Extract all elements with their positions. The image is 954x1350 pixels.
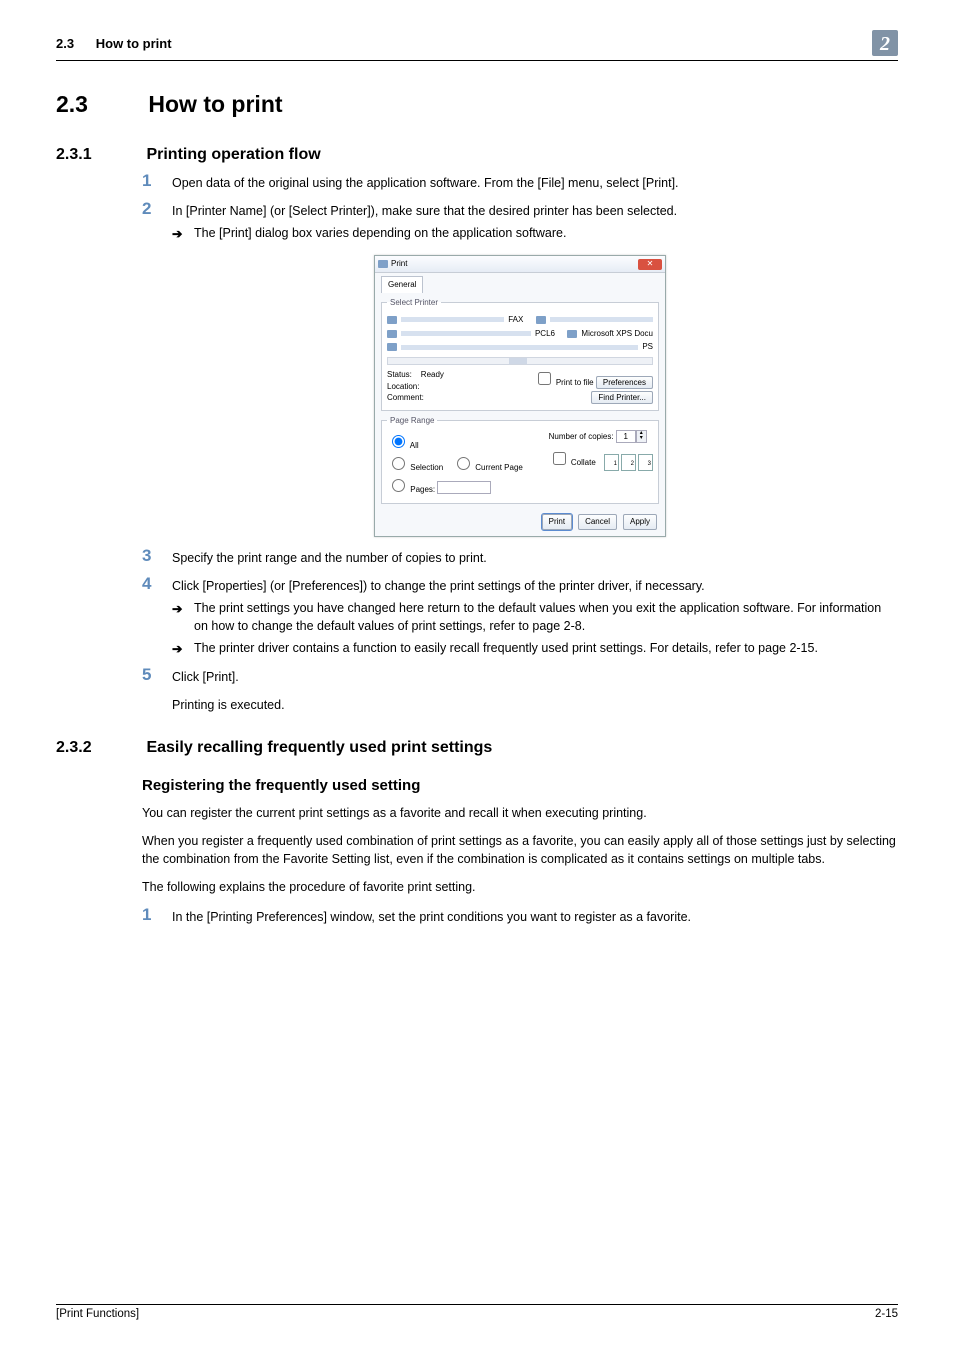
arrow-icon: ➔ (172, 639, 194, 658)
scrollbar[interactable] (387, 357, 653, 365)
step-c1: 1 In the [Printing Preferences] window, … (142, 906, 898, 926)
range-all-radio[interactable]: All (387, 432, 523, 452)
print-to-file-checkbox[interactable]: Print to file (534, 378, 594, 387)
pages-input[interactable] (437, 481, 491, 494)
printer-icon (387, 330, 397, 338)
subsection-231-title: Printing operation flow (146, 146, 320, 163)
footer-page-no: 2-15 (875, 1308, 898, 1320)
paragraph: When you register a frequently used comb… (142, 832, 898, 868)
step-note: ➔ The print settings you have changed he… (172, 599, 898, 635)
step-5-result: Printing is executed. (172, 696, 898, 714)
preferences-button[interactable]: Preferences (596, 376, 653, 389)
paragraph: You can register the current print setti… (142, 804, 898, 822)
printer-icon (536, 316, 546, 324)
dialog-buttons: Print Cancel Apply (375, 508, 665, 536)
select-printer-legend: Select Printer (387, 297, 441, 309)
header-section-no: 2.3 (56, 36, 74, 51)
tab-general[interactable]: General (381, 276, 423, 293)
copies-label: Number of copies: (549, 432, 614, 441)
printer-ps[interactable]: PS (642, 341, 653, 353)
subsection-232-title: Easily recalling frequently used print s… (146, 739, 492, 756)
collate-checkbox[interactable]: Collate (549, 458, 596, 467)
dialog-tabs: General (375, 273, 665, 293)
subsubsection-heading: Registering the frequently used setting (142, 777, 898, 794)
printer-icon (378, 260, 388, 268)
header-section-label: 2.3 How to print (56, 36, 172, 51)
step-5: 5 Click [Print]. (142, 666, 898, 686)
select-printer-group: Select Printer FAX PCL6 Microsoft XPS Do… (381, 297, 659, 411)
print-button[interactable]: Print (542, 514, 572, 530)
step-2: 2 In [Printer Name] (or [Select Printer]… (142, 200, 898, 220)
step-note: ➔ The [Print] dialog box varies dependin… (172, 224, 898, 243)
step-text: Click [Print]. (172, 666, 239, 686)
step-text: Specify the print range and the number o… (172, 547, 487, 567)
arrow-icon: ➔ (172, 224, 194, 243)
collate-icon: 123 (604, 454, 653, 471)
chapter-badge: 2 (872, 30, 898, 56)
section-heading-title: How to print (148, 91, 282, 117)
step-1: 1 Open data of the original using the ap… (142, 172, 898, 192)
section-heading-no: 2.3 (56, 91, 142, 118)
step-note: ➔ The printer driver contains a function… (172, 639, 898, 658)
step-number: 4 (142, 575, 172, 594)
footer-left: [Print Functions] (56, 1308, 139, 1320)
subsection-231-heading: 2.3.1 Printing operation flow (56, 146, 898, 164)
step-text: Click [Properties] (or [Preferences]) to… (172, 575, 705, 595)
step-3: 3 Specify the print range and the number… (142, 547, 898, 567)
range-selection-radio[interactable]: Selection Current Page (387, 454, 523, 474)
print-dialog-figure: Print ✕ General Select Printer FAX PCL6 … (142, 255, 898, 536)
close-button[interactable]: ✕ (638, 259, 662, 270)
step-4: 4 Click [Properties] (or [Preferences]) … (142, 575, 898, 595)
printer-fax[interactable]: FAX (508, 314, 523, 326)
status-label: Status: (387, 370, 412, 379)
printer-icon (387, 316, 397, 324)
range-pages-radio[interactable]: Pages: (387, 476, 523, 496)
step-text: In [Printer Name] (or [Select Printer]),… (172, 200, 677, 220)
page-range-group: Page Range All Selection Current Page Pa… (381, 415, 659, 504)
section-heading: 2.3 How to print (56, 91, 898, 118)
find-printer-button[interactable]: Find Printer... (591, 391, 653, 404)
apply-button[interactable]: Apply (623, 514, 657, 530)
chapter-number: 2 (880, 34, 890, 54)
step-number: 1 (142, 906, 172, 925)
note-text: The [Print] dialog box varies depending … (194, 224, 898, 242)
step-text: Open data of the original using the appl… (172, 172, 679, 192)
step-number: 1 (142, 172, 172, 191)
page-header: 2.3 How to print 2 (56, 30, 898, 61)
note-text: The printer driver contains a function t… (194, 639, 898, 657)
step-number: 3 (142, 547, 172, 566)
step-number: 5 (142, 666, 172, 685)
location-label: Location: (387, 381, 444, 393)
step-text: In the [Printing Preferences] window, se… (172, 906, 691, 926)
cancel-button[interactable]: Cancel (578, 514, 617, 530)
printer-pcl6[interactable]: PCL6 (535, 328, 555, 340)
dialog-title: Print (391, 258, 407, 270)
page-footer: [Print Functions] 2-15 (56, 1304, 898, 1320)
dialog-titlebar: Print ✕ (375, 256, 665, 273)
subsection-232-heading: 2.3.2 Easily recalling frequently used p… (56, 739, 898, 757)
printer-xps[interactable]: Microsoft XPS Docu (581, 328, 653, 340)
arrow-icon: ➔ (172, 599, 194, 618)
status-value: Ready (421, 370, 444, 379)
body-232: You can register the current print setti… (142, 804, 898, 927)
steps-231: 1 Open data of the original using the ap… (142, 172, 898, 715)
printer-icon (567, 330, 577, 338)
copies-stepper[interactable]: 1▴▾ (616, 430, 647, 443)
step-number: 2 (142, 200, 172, 219)
note-text: The print settings you have changed here… (194, 599, 898, 635)
comment-label: Comment: (387, 392, 444, 404)
header-section-title: How to print (96, 36, 172, 51)
page-range-legend: Page Range (387, 415, 437, 427)
paragraph: The following explains the procedure of … (142, 878, 898, 896)
print-dialog: Print ✕ General Select Printer FAX PCL6 … (374, 255, 666, 536)
subsection-232-no: 2.3.2 (56, 739, 142, 757)
subsection-231-no: 2.3.1 (56, 146, 142, 164)
printer-icon (387, 343, 397, 351)
